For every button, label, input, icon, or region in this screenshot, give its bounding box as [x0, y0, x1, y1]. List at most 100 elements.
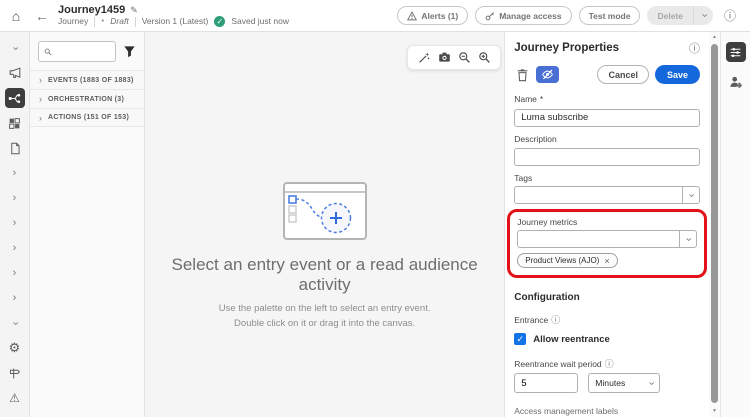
info-icon[interactable]: ⓘ	[689, 40, 700, 56]
properties-panel-toggle[interactable]	[725, 42, 746, 62]
delete-dropdown-button[interactable]: ›	[693, 6, 713, 25]
status-badge: Draft	[110, 15, 129, 26]
help-button[interactable]: ⓘ	[720, 6, 740, 26]
manage-access-label: Manage access	[499, 10, 562, 21]
divider	[94, 16, 96, 27]
zoom-out-button[interactable]	[456, 50, 472, 66]
canvas-headline: Select an entry event or a read audience…	[171, 255, 478, 294]
filter-funnel-icon[interactable]	[123, 45, 136, 58]
rail-expand-button[interactable]: ›	[5, 313, 25, 333]
sidebar-item-collapsed-2[interactable]: ›	[5, 188, 25, 208]
cancel-button[interactable]: Cancel	[597, 65, 649, 84]
chevron-right-icon: ›	[39, 94, 42, 104]
chevron-down-icon: ›	[682, 187, 699, 203]
journey-canvas[interactable]: Select an entry event or a read audience…	[145, 32, 505, 417]
tags-picker[interactable]: ›	[514, 186, 700, 204]
scrollbar-thumb[interactable]	[711, 44, 718, 403]
palette-section-events[interactable]: › EVENTS (1883 OF 1883)	[30, 70, 144, 89]
allow-reentrance-checkbox-row[interactable]: ✓ Allow reentrance	[514, 333, 700, 345]
sidebar-item-campaigns[interactable]	[5, 63, 25, 83]
palette-search[interactable]	[38, 41, 116, 62]
scroll-down-icon[interactable]: ▼	[712, 406, 717, 417]
key-icon	[485, 11, 495, 20]
rail-collapse-button[interactable]: ›	[5, 38, 25, 58]
remove-tag-icon[interactable]: ×	[604, 256, 609, 266]
access-labels-label: Access management labels	[514, 406, 619, 416]
manage-access-button[interactable]: Manage access	[475, 6, 572, 25]
palette-section-orchestration[interactable]: › ORCHESTRATION (3)	[30, 89, 144, 108]
zoom-in-button[interactable]	[476, 50, 492, 66]
reentrance-wait-label: Reentrance wait period	[514, 358, 602, 369]
auto-layout-button[interactable]	[416, 50, 432, 66]
palette-section-actions[interactable]: › ACTIONS (151 OF 153)	[30, 108, 144, 127]
journey-type-label: Journey	[58, 15, 89, 26]
info-icon: ⓘ	[723, 9, 736, 23]
name-field[interactable]	[514, 108, 700, 127]
configuration-heading: Configuration	[514, 292, 580, 303]
chevron-right-icon: ›	[12, 241, 17, 254]
settings-sliders-icon	[730, 47, 741, 57]
sidebar-item-collapsed-3[interactable]: ›	[5, 213, 25, 233]
sidebar-item-alerts[interactable]: ⚠	[5, 388, 25, 408]
rename-icon[interactable]: ✎	[130, 5, 138, 15]
delete-button[interactable]: Delete	[647, 6, 693, 25]
test-mode-button[interactable]: Test mode	[578, 6, 641, 25]
section-label: ACTIONS (151 OF 153)	[48, 114, 130, 121]
sidebar-item-settings[interactable]: ⚙	[5, 338, 25, 358]
journey-flow-icon	[8, 93, 21, 103]
back-button[interactable]: ←	[32, 6, 52, 26]
journey-metrics-label: Journey metrics	[517, 217, 578, 227]
right-tool-rail	[721, 32, 750, 417]
sidebar-item-collapsed-5[interactable]: ›	[5, 263, 25, 283]
sidebar-item-collapsed-4[interactable]: ›	[5, 238, 25, 258]
chevron-down-icon: ›	[8, 46, 21, 50]
info-icon[interactable]: ⓘ	[551, 313, 560, 326]
activity-palette: › EVENTS (1883 OF 1883) › ORCHESTRATION …	[30, 32, 145, 417]
panel-scrollbar[interactable]: ▲ ▼	[709, 32, 721, 417]
camera-icon	[438, 52, 450, 62]
search-icon	[44, 48, 52, 55]
sidebar-item-collapsed-1[interactable]: ›	[5, 163, 25, 183]
journey-metrics-picker[interactable]: ›	[517, 230, 697, 248]
warning-triangle-icon: ⚠	[9, 391, 20, 405]
saved-check-icon: ✓	[214, 16, 226, 28]
chevron-down-icon: ›	[679, 231, 696, 247]
sidebar-item-guided-setup[interactable]	[5, 363, 25, 383]
metric-tag[interactable]: Product Views (AJO) ×	[517, 253, 618, 268]
home-button[interactable]: ⌂	[6, 6, 26, 26]
section-label: EVENTS (1883 OF 1883)	[48, 76, 134, 84]
checkbox-checked-icon[interactable]: ✓	[514, 333, 527, 345]
person-gear-icon	[729, 76, 742, 88]
snapshot-button[interactable]	[436, 50, 452, 66]
saved-status: Saved just now	[231, 15, 289, 26]
journey-metrics-picker-value	[518, 231, 679, 247]
profile-settings-toggle[interactable]	[726, 72, 746, 92]
palette-search-input[interactable]	[56, 46, 110, 57]
entry-event-illustration	[282, 182, 367, 240]
reentrance-wait-field[interactable]	[514, 373, 579, 393]
metric-tag-label: Product Views (AJO)	[525, 256, 600, 265]
wait-unit-value: Minutes	[595, 378, 626, 388]
zoom-out-icon	[458, 52, 470, 63]
save-button[interactable]: Save	[654, 65, 700, 84]
alert-triangle-icon	[407, 10, 418, 20]
info-icon[interactable]: ⓘ	[605, 357, 614, 370]
delete-button-group: Delete ›	[647, 6, 713, 25]
scroll-up-icon[interactable]: ▲	[712, 32, 717, 43]
canvas-hint-line2: Double click on it or drag it into the c…	[234, 317, 416, 329]
back-arrow-icon: ←	[35, 7, 49, 24]
description-field[interactable]	[514, 148, 700, 166]
alerts-button[interactable]: Alerts (1)	[397, 6, 469, 25]
tags-label: Tags	[514, 173, 533, 183]
entrance-label: Entrance	[514, 314, 549, 325]
sidebar-item-collapsed-6[interactable]: ›	[5, 288, 25, 308]
sidebar-item-assets[interactable]	[5, 138, 25, 158]
sidebar-item-journeys[interactable]	[4, 88, 25, 108]
allow-reentrance-label: Allow reentrance	[533, 333, 610, 345]
grid-tiles-icon	[9, 117, 20, 129]
sidebar-item-offers[interactable]	[5, 113, 25, 133]
hide-properties-button[interactable]	[536, 66, 560, 83]
chevron-right-icon: ›	[12, 216, 17, 229]
delete-journey-button[interactable]	[514, 67, 530, 83]
wait-unit-picker[interactable]: Minutes ›	[588, 373, 661, 393]
